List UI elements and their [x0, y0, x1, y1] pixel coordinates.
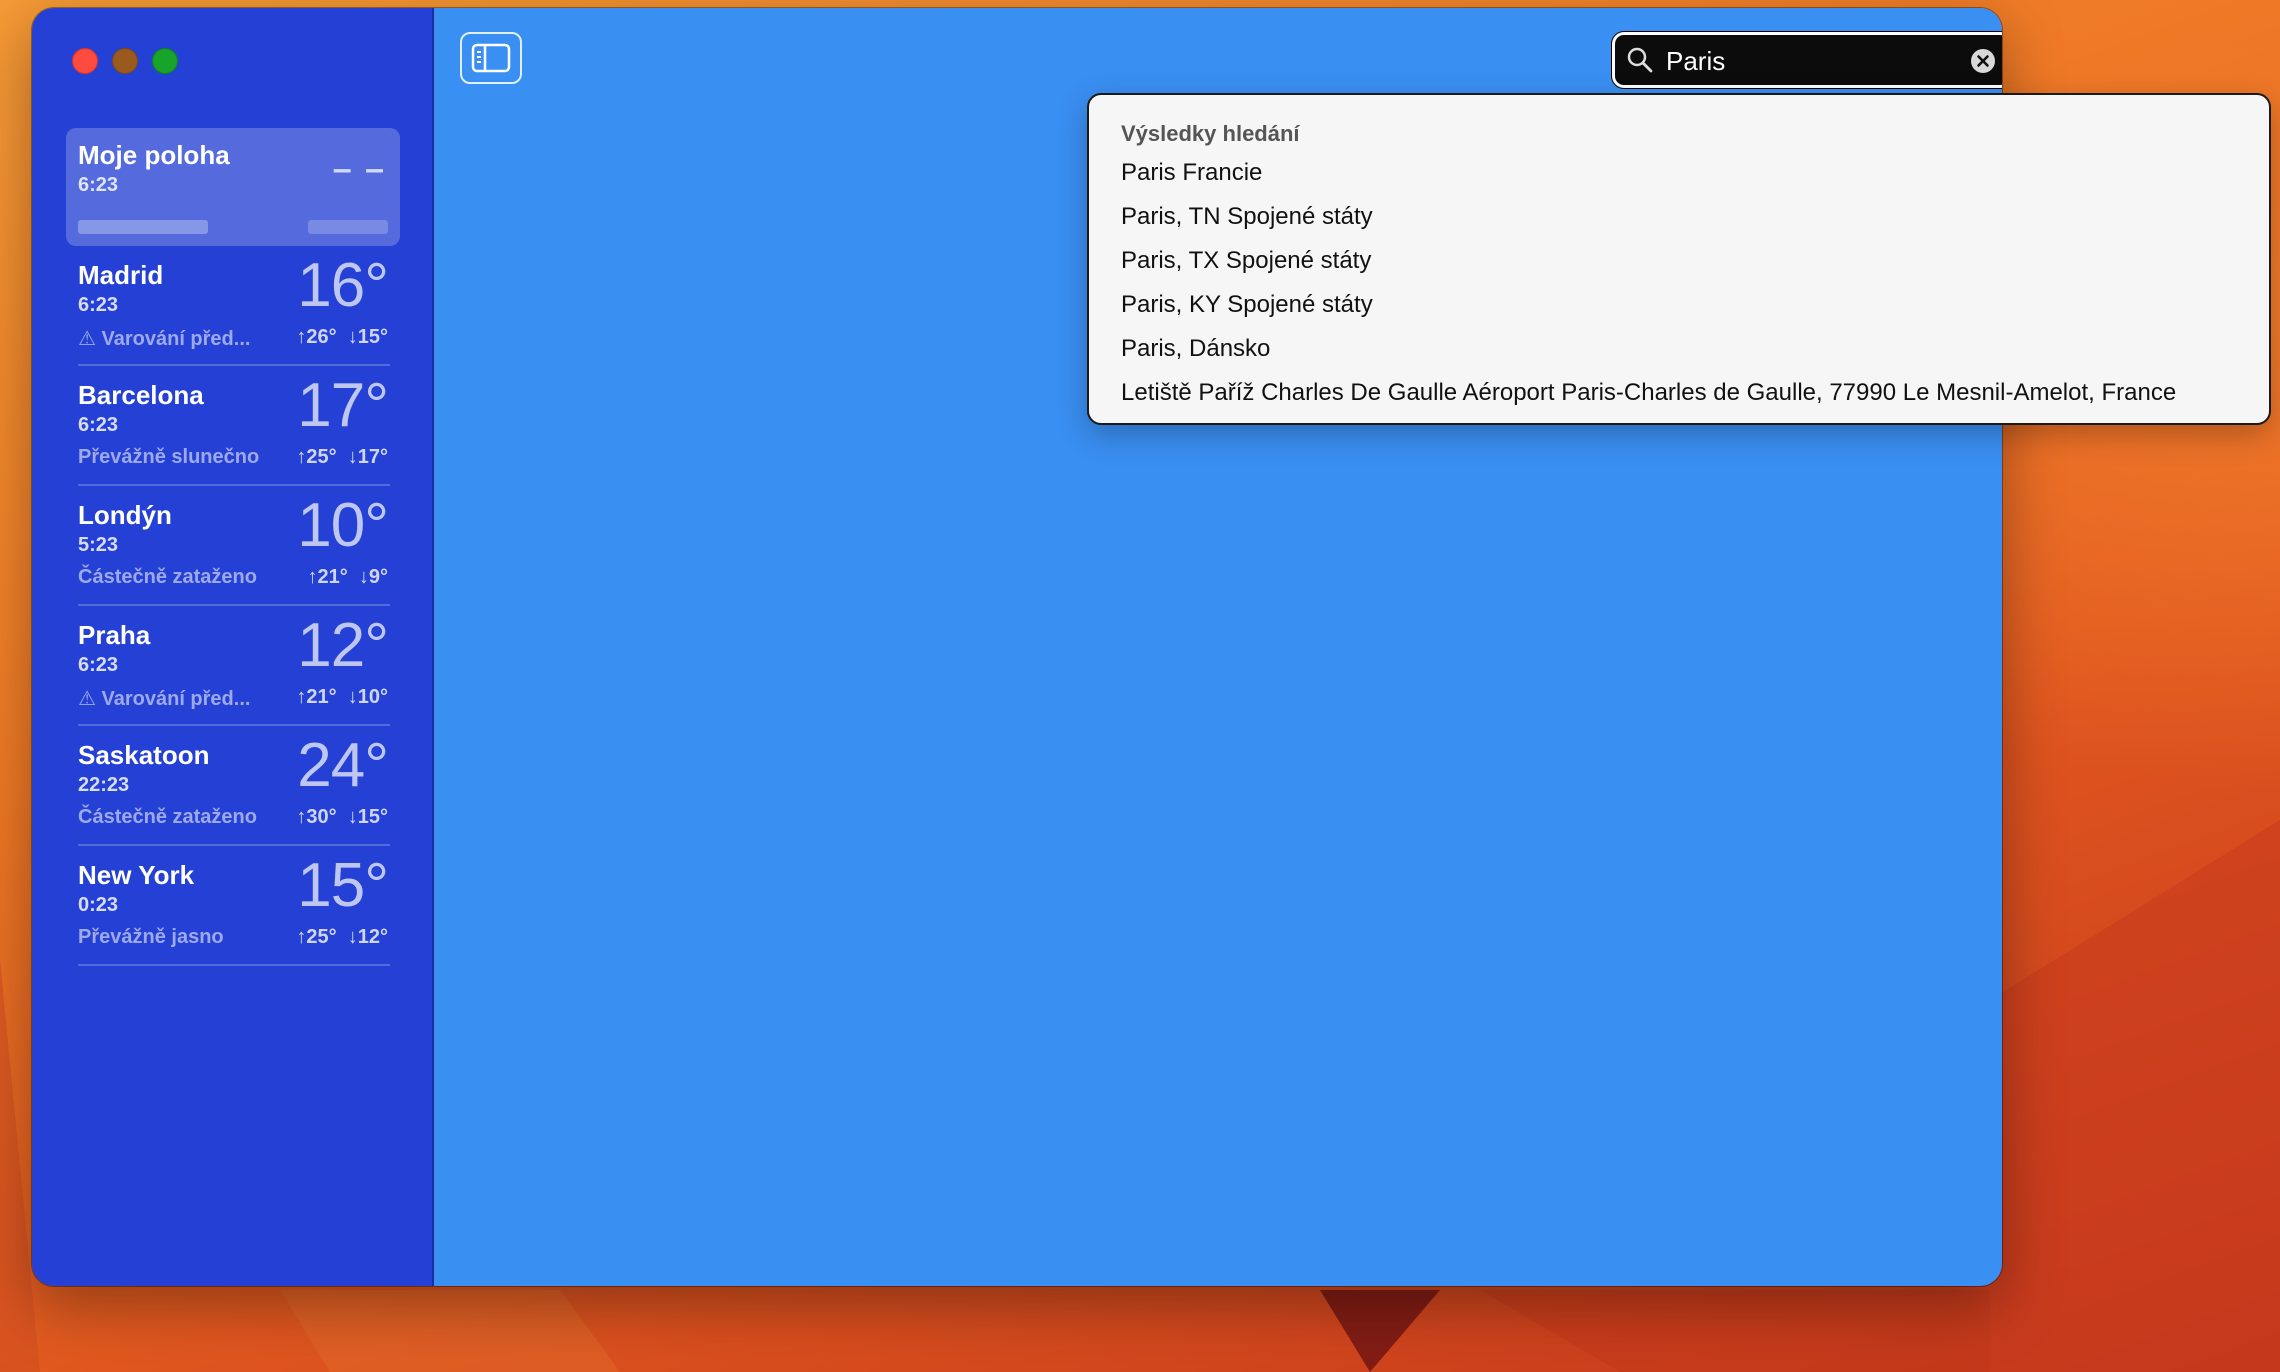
location-name: Madrid [78, 260, 164, 290]
location-high-low: ↑21° ↓10° [296, 686, 388, 708]
clear-icon[interactable] [1970, 48, 1996, 74]
location-condition: Převážně jasno [78, 926, 224, 948]
search-results-dropdown: Výsledky hledání Paris Francie Paris, TN… [1087, 93, 2271, 425]
divider [78, 364, 390, 366]
location-high-low: ↑21° ↓9° [307, 566, 389, 588]
search-result-item[interactable]: Letiště Paříž Charles De Gaulle Aéroport… [1121, 379, 2176, 407]
divider [78, 844, 390, 846]
location-name: New York [78, 860, 195, 890]
location-time: 0:23 [78, 894, 119, 916]
search-results-header: Výsledky hledání [1121, 121, 1300, 146]
loading-placeholder-bar [308, 220, 388, 234]
divider [78, 484, 390, 486]
sidebar-toggle-button[interactable] [460, 32, 522, 84]
location-item-my-location[interactable]: Moje poloha 6:23 – – [66, 128, 400, 246]
location-temp: 12° [297, 611, 389, 680]
location-temp: 15° [297, 851, 389, 920]
location-time: 6:23 [78, 174, 119, 196]
location-name: Londýn [78, 500, 172, 530]
location-condition: ⚠ Varování před... [78, 328, 251, 350]
warning-icon: ⚠ [78, 328, 102, 350]
search-result-item[interactable]: Paris, KY Spojené státy [1121, 291, 1373, 319]
location-time: 6:23 [78, 294, 119, 316]
location-high-low: ↑30° ↓15° [296, 806, 388, 828]
search-result-item[interactable]: Paris, Dánsko [1121, 335, 1270, 363]
location-item-madrid[interactable]: Madrid 6:23 16° ⚠ Varování před... ↑26° … [66, 248, 400, 366]
location-condition: Částečně zataženo [78, 566, 257, 588]
location-high-low: ↑25° ↓17° [296, 446, 388, 468]
location-name: Barcelona [78, 380, 204, 410]
location-condition: Částečně zataženo [78, 806, 257, 828]
location-temp: 16° [297, 251, 389, 320]
divider [78, 724, 390, 726]
search-result-item[interactable]: Paris, TN Spojené státy [1121, 203, 1373, 231]
location-temp-placeholder: – – [332, 150, 386, 188]
sidebar: Moje poloha 6:23 – – Madrid 6:23 16° ⚠ V… [32, 8, 434, 1286]
search-input[interactable] [1664, 42, 1948, 80]
location-condition: Převážně slunečno [78, 446, 260, 468]
location-time: 6:23 [78, 654, 119, 676]
warning-icon: ⚠ [78, 688, 102, 710]
location-name: Saskatoon [78, 740, 210, 770]
location-time: 22:23 [78, 774, 130, 796]
sidebar-toggle-icon [471, 43, 511, 73]
location-time: 5:23 [78, 534, 119, 556]
search-icon [1627, 47, 1653, 73]
location-item-new-york[interactable]: New York 0:23 15° Převážně jasno ↑25° ↓1… [66, 848, 400, 966]
location-condition: ⚠ Varování před... [78, 688, 251, 710]
search-result-item[interactable]: Paris, TX Spojené státy [1121, 247, 1371, 275]
divider [78, 604, 390, 606]
location-temp: 24° [297, 731, 389, 800]
location-time: 6:23 [78, 414, 119, 436]
location-item-london[interactable]: Londýn 5:23 10° Částečně zataženo ↑21° ↓… [66, 488, 400, 606]
minimize-button[interactable] [112, 48, 138, 74]
location-name: Moje poloha [78, 140, 230, 170]
search-result-item[interactable]: Paris Francie [1121, 159, 1262, 187]
location-item-praha[interactable]: Praha 6:23 12° ⚠ Varování před... ↑21° ↓… [66, 608, 400, 726]
location-temp: 10° [297, 491, 389, 560]
divider [78, 964, 390, 966]
close-button[interactable] [72, 48, 98, 74]
location-name: Praha [78, 620, 151, 650]
search-field[interactable] [1612, 32, 2002, 88]
location-item-saskatoon[interactable]: Saskatoon 22:23 24° Částečně zataženo ↑3… [66, 728, 400, 846]
zoom-button[interactable] [152, 48, 178, 74]
location-high-low: ↑25° ↓12° [296, 926, 388, 948]
location-item-barcelona[interactable]: Barcelona 6:23 17° Převážně slunečno ↑25… [66, 368, 400, 486]
location-high-low: ↑26° ↓15° [296, 326, 388, 348]
loading-placeholder-bar [78, 220, 208, 234]
location-temp: 17° [297, 371, 389, 440]
